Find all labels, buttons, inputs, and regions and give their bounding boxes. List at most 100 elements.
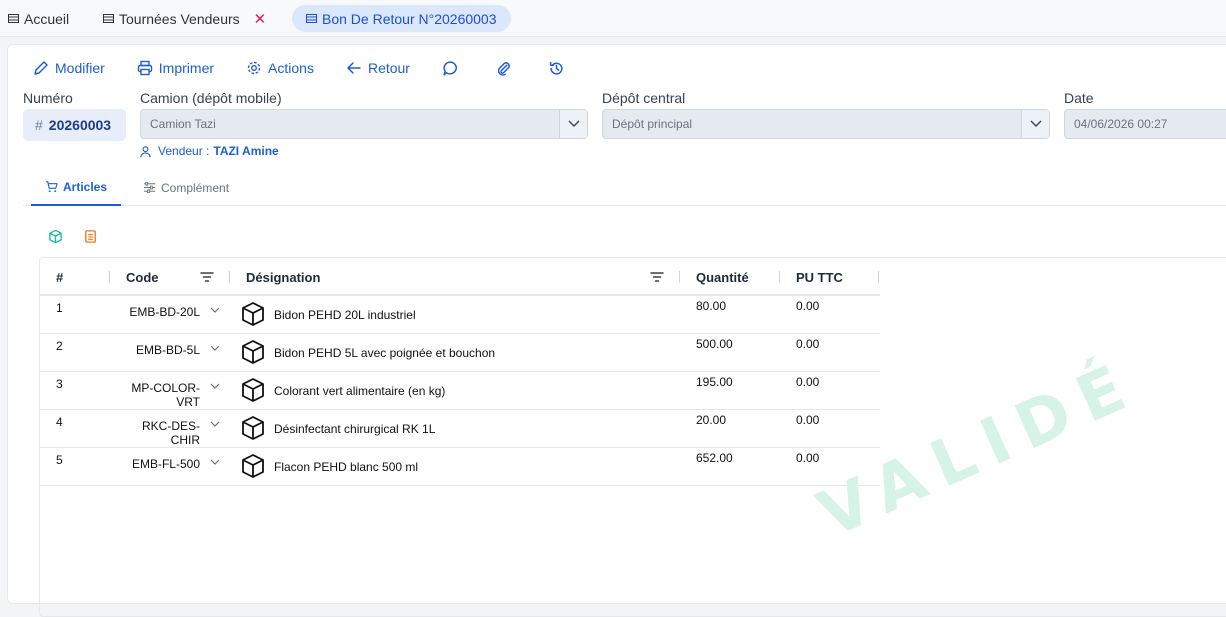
col-quantite[interactable]: Quantité [696,258,749,296]
row-code[interactable]: RKC-DES-CHIR [116,419,200,447]
row-number: 2 [56,339,63,353]
table-icon [306,14,317,23]
row-code[interactable]: EMB-BD-5L [116,343,200,357]
camion-select[interactable]: Camion Tazi [140,109,588,139]
chevron-down-icon[interactable] [210,303,220,317]
history-icon [549,61,563,75]
row-number: 5 [56,453,63,467]
cube-add-button[interactable] [48,229,63,249]
date-label: Date [1064,90,1094,106]
tab-articles[interactable]: Articles [31,169,122,206]
complement-label: Complément [161,180,230,195]
modifier-label: Modifier [55,60,105,76]
column-separator[interactable] [779,271,780,283]
close-icon[interactable]: ✕ [254,10,267,28]
retour-label: Retour [367,60,410,76]
actions-button[interactable]: Actions [246,57,314,79]
actions-label: Actions [268,60,314,76]
column-separator[interactable] [878,271,879,283]
chevron-down-icon[interactable] [210,455,220,469]
table-row[interactable]: 5 EMB-FL-500 Flacon PEHD blanc 500 ml 65… [40,448,880,486]
filter-icon[interactable] [200,258,214,296]
numero-label: Numéro [23,90,73,106]
hash-icon: # [35,117,43,133]
depot-label: Dépôt central [602,90,686,106]
tab-accueil[interactable]: Accueil [0,5,77,32]
row-number: 1 [56,301,63,315]
chevron-down-icon[interactable] [210,417,220,431]
row-quantite[interactable]: 195.00 [696,375,733,389]
column-separator[interactable] [229,271,230,283]
row-quantite[interactable]: 80.00 [696,299,726,313]
document-button[interactable] [83,229,98,249]
col-designation[interactable]: Désignation [246,258,320,296]
chevron-down-icon[interactable] [559,110,587,138]
filter-icon[interactable] [650,258,664,296]
column-separator[interactable] [679,271,680,283]
depot-select[interactable]: Dépôt principal [602,109,1050,139]
chat-icon [443,60,457,76]
row-number: 4 [56,415,63,429]
row-pu-ttc[interactable]: 0.00 [796,451,819,465]
row-pu-ttc[interactable]: 0.00 [796,413,819,427]
tab-complement[interactable]: Complément [129,169,243,206]
retour-button[interactable]: Retour [346,57,410,79]
attachment-button[interactable] [495,57,518,79]
table-row[interactable]: 4 RKC-DES-CHIR Désinfectant chirurgical … [40,410,880,448]
date-field[interactable]: 04/06/2026 00:27 [1064,109,1226,139]
chevron-down-icon[interactable] [1021,110,1049,138]
row-designation: Colorant vert alimentaire (en kg) [274,384,446,398]
row-quantite[interactable]: 20.00 [696,413,726,427]
row-designation: Désinfectant chirurgical RK 1L [274,422,436,436]
cube-icon [240,301,266,330]
numero-field: # 20260003 [23,109,126,141]
table-row[interactable]: 3 MP-COLOR-VRT Colorant vert alimentaire… [40,372,880,410]
tab-tournees-vendeurs[interactable]: Tournées Vendeurs ✕ [95,5,274,32]
cube-icon [240,453,266,482]
table-row[interactable]: 1 EMB-BD-20L Bidon PEHD 20L industriel 8… [40,296,880,334]
tab-label: Tournées Vendeurs [119,10,240,27]
camion-label: Camion (dépôt mobile) [140,90,282,106]
row-pu-ttc[interactable]: 0.00 [796,299,819,313]
toolbar: Modifier Imprimer Actions Retour [33,57,601,79]
vendeur-info: Vendeur : TAZI Amine [139,144,279,158]
camion-value: Camion Tazi [150,117,216,131]
col-code[interactable]: Code [126,258,159,296]
row-quantite[interactable]: 652.00 [696,451,733,465]
row-code[interactable]: EMB-FL-500 [116,457,200,471]
chevron-down-icon[interactable] [210,341,220,355]
cube-icon [240,377,266,406]
row-quantite[interactable]: 500.00 [696,337,733,351]
imprimer-label: Imprimer [158,60,215,76]
history-button[interactable] [548,57,571,79]
table-icon [8,14,19,23]
depot-value: Dépôt principal [612,117,693,131]
cube-icon [240,415,266,444]
subtabs: Articles Complément [23,169,1226,206]
row-code[interactable]: MP-COLOR-VRT [116,381,200,409]
vendeur-value: TAZI Amine [213,144,279,158]
sliders-icon [143,181,156,194]
table-icon [103,14,114,23]
row-pu-ttc[interactable]: 0.00 [796,337,819,351]
imprimer-button[interactable]: Imprimer [137,57,214,79]
cube-icon [240,339,266,368]
col-pu-ttc[interactable]: PU TTC [796,258,843,296]
document-panel: Modifier Imprimer Actions Retour Numéro … [7,44,1226,617]
user-icon [140,145,151,157]
chevron-down-icon[interactable] [210,379,220,393]
col-num: # [56,269,64,285]
modifier-button[interactable]: Modifier [33,57,105,79]
table-row[interactable]: 2 EMB-BD-5L Bidon PEHD 5L avec poignée e… [40,334,880,372]
row-code[interactable]: EMB-BD-20L [116,305,200,319]
paperclip-icon [497,61,510,76]
articles-label: Articles [63,179,108,194]
pencil-icon [34,61,48,75]
cart-icon [45,181,58,193]
tab-bon-de-retour[interactable]: Bon De Retour N°20260003 [292,5,511,32]
row-pu-ttc[interactable]: 0.00 [796,375,819,389]
numero-value: 20260003 [48,117,112,133]
comment-button[interactable] [442,57,465,79]
column-separator[interactable] [109,271,110,283]
printer-icon [137,60,152,76]
